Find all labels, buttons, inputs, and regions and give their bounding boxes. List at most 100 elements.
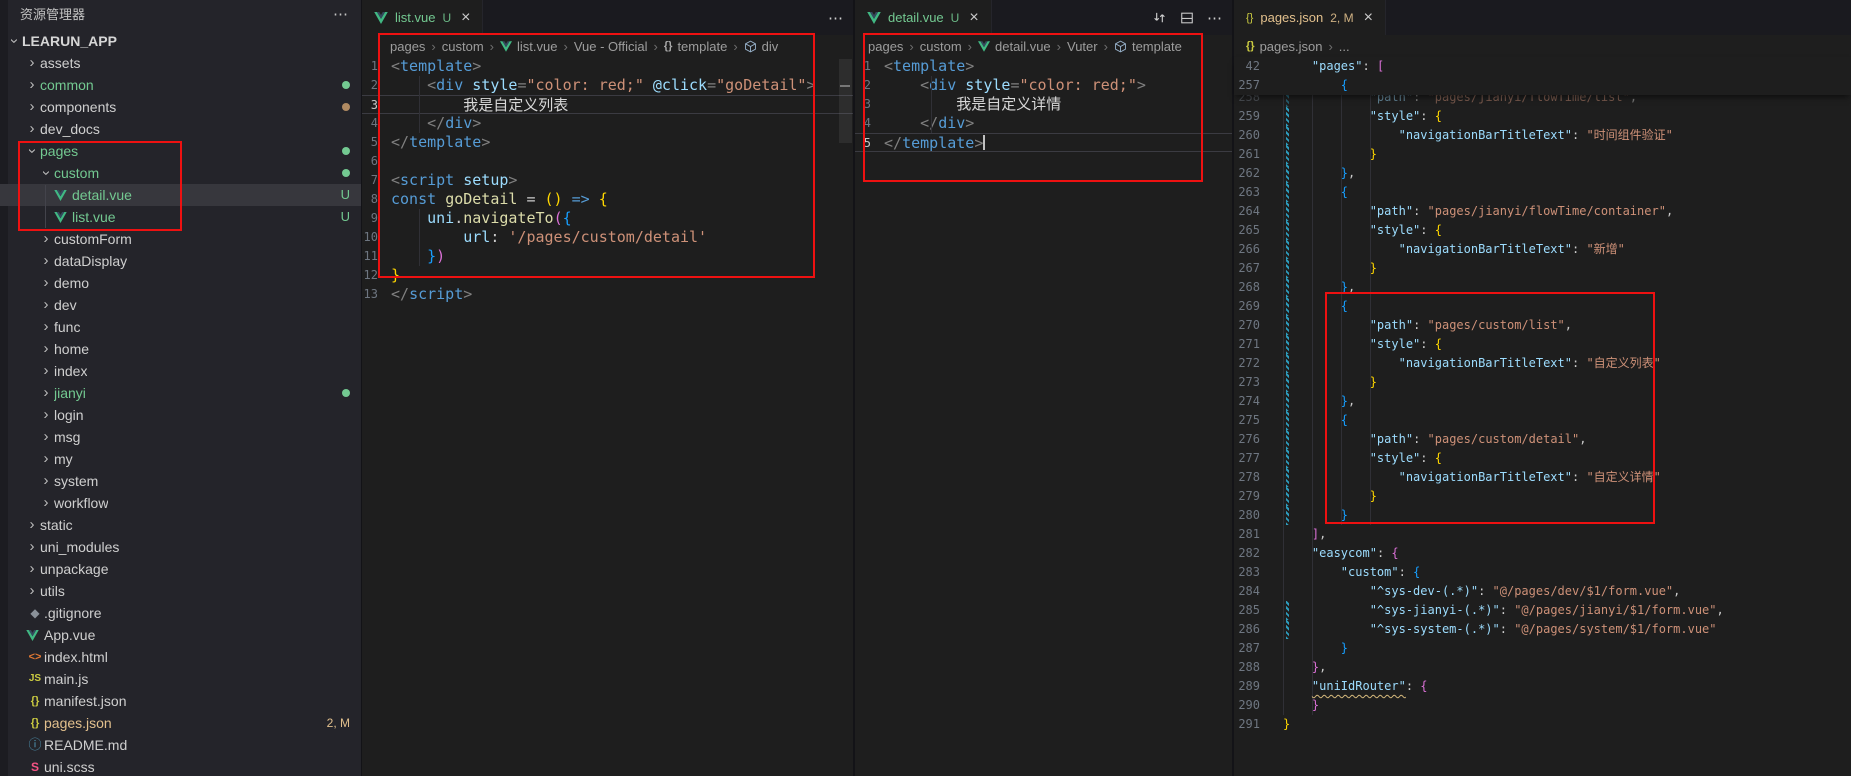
code-line-13[interactable]: 13</script> <box>362 285 853 304</box>
tree-item-uni_modules[interactable]: ›uni_modules <box>0 536 362 558</box>
breadcrumb[interactable]: pages›custom›list.vue›Vue - Official›{}t… <box>362 35 853 57</box>
tree-item-unpackage[interactable]: ›unpackage <box>0 558 362 580</box>
chevron-right-icon[interactable]: › <box>38 492 54 514</box>
breadcrumb-segment[interactable]: pages <box>390 39 425 54</box>
code-line-262[interactable]: 262 }, <box>1234 164 1851 183</box>
code-line-259[interactable]: 259 "style": { <box>1234 107 1851 126</box>
code-editor-list-vue[interactable]: 1<template>2 <div style="color: red;" @c… <box>362 57 853 304</box>
tree-item-datadisplay[interactable]: ›dataDisplay <box>0 250 362 272</box>
chevron-right-icon[interactable]: › <box>38 228 54 250</box>
code-line-258[interactable]: 258 "path": "pages/jianyi/flowTime/list"… <box>1234 95 1851 107</box>
breadcrumb-segment[interactable]: Vuter <box>1067 39 1098 54</box>
chevron-right-icon[interactable]: › <box>24 558 40 580</box>
code-line-42[interactable]: 42 "pages": [ <box>1234 57 1851 76</box>
code-line-269[interactable]: 269 { <box>1234 297 1851 316</box>
close-icon[interactable]: × <box>969 9 978 27</box>
tree-item-dev[interactable]: ›dev <box>0 294 362 316</box>
tree-item-uni.scss[interactable]: Suni.scss <box>0 756 362 776</box>
tree-item-app.vue[interactable]: App.vue <box>0 624 362 646</box>
code-line-261[interactable]: 261 } <box>1234 145 1851 164</box>
code-line-257[interactable]: 257 { <box>1234 76 1851 95</box>
code-line-11[interactable]: 11 }) <box>362 247 853 266</box>
code-line-1[interactable]: 1<template> <box>855 57 1232 76</box>
code-line-280[interactable]: 280 } <box>1234 506 1851 525</box>
code-line-3[interactable]: 3 我是自定义详情 <box>855 95 1232 114</box>
breadcrumb-segment[interactable]: Vue - Official <box>574 39 648 54</box>
chevron-down-icon[interactable]: › <box>3 33 25 49</box>
tree-item-index.html[interactable]: <>index.html <box>0 646 362 668</box>
split-editor-icon[interactable] <box>1180 11 1194 25</box>
code-line-288[interactable]: 288 }, <box>1234 658 1851 677</box>
breadcrumb-segment[interactable]: template <box>677 39 727 54</box>
chevron-right-icon[interactable]: › <box>24 52 40 74</box>
code-line-2[interactable]: 2 <div style="color: red;" @click="goDet… <box>362 76 853 95</box>
code-line-2[interactable]: 2 <div style="color: red;"> <box>855 76 1232 95</box>
code-line-283[interactable]: 283 "custom": { <box>1234 563 1851 582</box>
breadcrumb-segment[interactable]: list.vue <box>517 39 557 54</box>
code-line-275[interactable]: 275 { <box>1234 411 1851 430</box>
chevron-right-icon[interactable]: › <box>38 404 54 426</box>
code-line-4[interactable]: 4 </div> <box>855 114 1232 133</box>
chevron-right-icon[interactable]: › <box>38 382 54 404</box>
code-line-265[interactable]: 265 "style": { <box>1234 221 1851 240</box>
code-line-274[interactable]: 274 }, <box>1234 392 1851 411</box>
tree-item-learun_app[interactable]: ›LEARUN_APP <box>0 30 362 52</box>
chevron-down-icon[interactable]: › <box>35 165 57 181</box>
code-line-270[interactable]: 270 "path": "pages/custom/list", <box>1234 316 1851 335</box>
code-line-273[interactable]: 273 } <box>1234 373 1851 392</box>
code-line-291[interactable]: 291} <box>1234 715 1851 734</box>
code-editor-detail-vue[interactable]: 1<template>2 <div style="color: red;">3 … <box>855 57 1232 152</box>
code-line-272[interactable]: 272 "navigationBarTitleText": "自定义列表" <box>1234 354 1851 373</box>
code-line-4[interactable]: 4 </div> <box>362 114 853 133</box>
breadcrumb-segment[interactable]: pages.json <box>1260 39 1323 54</box>
tree-item-custom[interactable]: ›custom <box>0 162 362 184</box>
code-line-5[interactable]: 5</template> <box>362 133 853 152</box>
tree-item-func[interactable]: ›func <box>0 316 362 338</box>
close-icon[interactable]: × <box>1364 9 1373 27</box>
tree-item-my[interactable]: ›my <box>0 448 362 470</box>
explorer-more-icon[interactable]: ⋯ <box>333 0 348 30</box>
tree-item-pages[interactable]: ›pages <box>0 140 362 162</box>
chevron-right-icon[interactable]: › <box>38 426 54 448</box>
code-line-268[interactable]: 268 }, <box>1234 278 1851 297</box>
tree-item-readme.md[interactable]: ⓘREADME.md <box>0 734 362 756</box>
tree-item-components[interactable]: ›components <box>0 96 362 118</box>
code-line-5[interactable]: 5</template> <box>855 133 1232 152</box>
more-icon[interactable]: ⋯ <box>828 9 843 27</box>
code-line-279[interactable]: 279 } <box>1234 487 1851 506</box>
code-line-266[interactable]: 266 "navigationBarTitleText": "新增" <box>1234 240 1851 259</box>
chevron-right-icon[interactable]: › <box>38 316 54 338</box>
code-line-10[interactable]: 10 url: '/pages/custom/detail' <box>362 228 853 247</box>
code-line-264[interactable]: 264 "path": "pages/jianyi/flowTime/conta… <box>1234 202 1851 221</box>
code-line-278[interactable]: 278 "navigationBarTitleText": "自定义详情" <box>1234 468 1851 487</box>
code-line-281[interactable]: 281 ], <box>1234 525 1851 544</box>
sticky-scroll[interactable]: 42 "pages": [257 { <box>1234 57 1851 95</box>
code-line-277[interactable]: 277 "style": { <box>1234 449 1851 468</box>
breadcrumb-segment[interactable]: custom <box>920 39 962 54</box>
code-line-7[interactable]: 7<script setup> <box>362 171 853 190</box>
breadcrumb[interactable]: pages›custom›detail.vue›Vuter›template <box>855 35 1232 57</box>
code-line-276[interactable]: 276 "path": "pages/custom/detail", <box>1234 430 1851 449</box>
breadcrumb-segment[interactable]: pages <box>868 39 903 54</box>
tree-item-utils[interactable]: ›utils <box>0 580 362 602</box>
code-line-290[interactable]: 290 } <box>1234 696 1851 715</box>
code-line-9[interactable]: 9 uni.navigateTo({ <box>362 209 853 228</box>
chevron-right-icon[interactable]: › <box>24 118 40 140</box>
tree-item-system[interactable]: ›system <box>0 470 362 492</box>
tree-item-workflow[interactable]: ›workflow <box>0 492 362 514</box>
code-line-289[interactable]: 289 "uniIdRouter": { <box>1234 677 1851 696</box>
editor-tab-list-vue[interactable]: list.vueU× <box>362 0 483 35</box>
code-line-6[interactable]: 6 <box>362 152 853 171</box>
chevron-right-icon[interactable]: › <box>38 294 54 316</box>
chevron-right-icon[interactable]: › <box>38 250 54 272</box>
tree-item-pages.json[interactable]: {}pages.json2, M <box>0 712 362 734</box>
tree-item-dev_docs[interactable]: ›dev_docs <box>0 118 362 140</box>
tree-item-jianyi[interactable]: ›jianyi <box>0 382 362 404</box>
chevron-right-icon[interactable]: › <box>24 580 40 602</box>
more-icon[interactable]: ⋯ <box>1207 9 1222 27</box>
chevron-right-icon[interactable]: › <box>24 536 40 558</box>
tree-item-customform[interactable]: ›customForm <box>0 228 362 250</box>
scrollbar[interactable] <box>839 59 852 143</box>
chevron-right-icon[interactable]: › <box>38 360 54 382</box>
open-changes-icon[interactable] <box>1152 10 1167 25</box>
